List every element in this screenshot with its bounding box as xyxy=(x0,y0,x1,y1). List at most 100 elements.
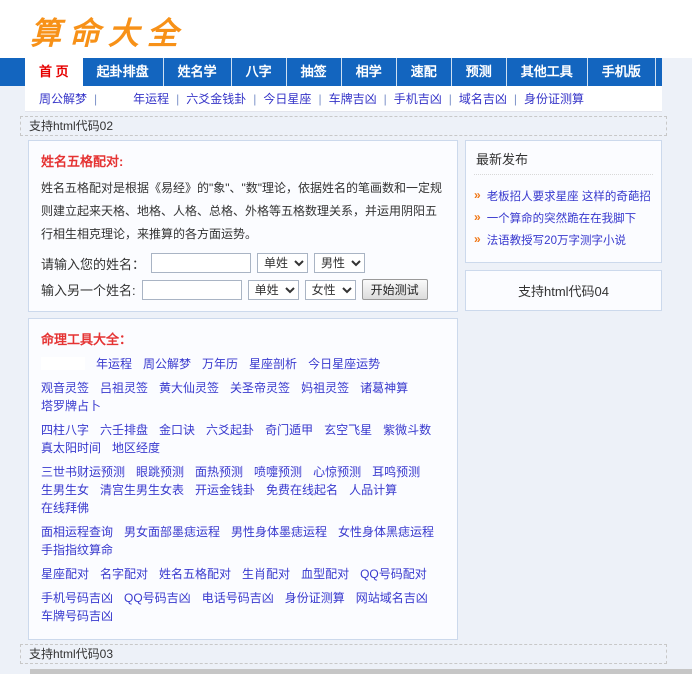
subnav-link[interactable]: 车牌吉凶 xyxy=(329,90,394,107)
post-item: » 法语教授写20万字测字小说 xyxy=(474,232,653,248)
tool-link[interactable]: 生男生女 xyxy=(41,483,89,498)
tool-link[interactable]: 万年历 xyxy=(202,357,238,372)
tool-link[interactable]: 年运程 xyxy=(96,357,132,372)
tool-link[interactable]: 星座剖析 xyxy=(249,357,297,372)
site-logo: 算命大全 xyxy=(30,8,186,53)
subnav-link[interactable]: 域名吉凶 xyxy=(459,90,524,107)
nav-tab[interactable]: 相学 xyxy=(342,58,397,86)
post-link[interactable]: 老板招人要求星座 这样的奇葩招 xyxy=(487,188,651,204)
tool-link[interactable]: 真太阳时间 xyxy=(41,441,101,456)
tool-link[interactable]: 手指指纹算命 xyxy=(41,543,113,558)
gender-select-1[interactable]: 男性 xyxy=(314,253,365,273)
tool-link[interactable]: QQ号码吉凶 xyxy=(124,591,191,606)
tool-link[interactable]: 四柱八字 xyxy=(41,423,89,438)
latest-posts-box: 最新发布 » 老板招人要求星座 这样的奇葩招 » 一个算命的突然跪在在我脚下 »… xyxy=(465,140,662,263)
tool-link[interactable]: 星座配对 xyxy=(41,567,89,582)
surname-type-select-2[interactable]: 单姓 xyxy=(248,280,299,300)
right-sidebar: 最新发布 » 老板招人要求星座 这样的奇葩招 » 一个算命的突然跪在在我脚下 »… xyxy=(465,140,662,311)
subnav-link[interactable]: 六爻金钱卦 xyxy=(186,90,263,107)
tool-link[interactable]: 紫微斗数 xyxy=(383,423,431,438)
nav-tab[interactable]: 起卦排盘 xyxy=(83,58,164,86)
subnav-link[interactable]: 年运程 xyxy=(133,90,186,107)
tool-link[interactable]: 面热预测 xyxy=(195,465,243,480)
tool-link[interactable]: 血型配对 xyxy=(301,567,349,582)
tool-link[interactable]: 清宫生男生女表 xyxy=(100,483,184,498)
tool-link[interactable]: 奇门遁甲 xyxy=(265,423,313,438)
tool-link[interactable]: 面相运程查询 xyxy=(41,525,113,540)
tool-link[interactable]: 手机号码吉凶 xyxy=(41,591,113,606)
name-label-2: 输入另一个姓名: xyxy=(41,280,136,299)
subnav-link[interactable]: 周公解梦 xyxy=(39,90,133,107)
surname-type-select-1[interactable]: 单姓 xyxy=(257,253,308,273)
tool-link[interactable]: 六壬排盘 xyxy=(100,423,148,438)
tool-link[interactable]: 男性身体墨痣运程 xyxy=(231,525,327,540)
tool-link[interactable]: 诸葛神算 xyxy=(360,381,408,396)
tool-link[interactable]: 耳鸣预测 xyxy=(372,465,420,480)
site-header: 算命大全 xyxy=(0,0,692,58)
tool-link[interactable]: 六爻起卦 xyxy=(206,423,254,438)
tool-link[interactable]: 今日星座运势 xyxy=(308,357,380,372)
tool-link[interactable]: 喷嚏预测 xyxy=(254,465,302,480)
nav-tab[interactable]: 抽签 xyxy=(287,58,342,86)
name-match-box: 姓名五格配对: 姓名五格配对是根据《易经》的"象"、"数"理论，依据姓名的笔画数… xyxy=(28,140,458,312)
nav-tab[interactable]: 首 页 xyxy=(25,58,83,86)
tool-link[interactable]: 关圣帝灵签 xyxy=(230,381,290,396)
nav-tab[interactable]: 八字 xyxy=(232,58,287,86)
gender-select-2[interactable]: 女性 xyxy=(305,280,356,300)
main-nav: 首 页起卦排盘姓名学八字抽签相学速配预测其他工具手机版 xyxy=(0,58,662,86)
tool-link[interactable]: 身份证测算 xyxy=(285,591,345,606)
tool-link[interactable]: 免费在线起名 xyxy=(266,483,338,498)
tool-link[interactable]: 三世书财运预测 xyxy=(41,465,125,480)
tools-box: 命理工具大全： 年运程周公解梦万年历星座剖析今日星座运势 观音灵签吕祖灵签黄大仙… xyxy=(28,318,458,640)
tool-link[interactable]: 姓名五格配对 xyxy=(159,567,231,582)
tool-link[interactable]: 男女面部墨痣运程 xyxy=(124,525,220,540)
tool-link[interactable]: 观音灵签 xyxy=(41,381,89,396)
nav-tab[interactable]: 手机版 xyxy=(588,58,656,86)
nav-tab[interactable]: 预测 xyxy=(452,58,507,86)
tool-link[interactable]: 妈祖灵签 xyxy=(301,381,349,396)
tool-link[interactable]: 在线拜佛 xyxy=(41,501,89,516)
ad-slot-03: 支持html代码03 xyxy=(20,644,667,664)
nav-tab[interactable]: 其他工具 xyxy=(507,58,588,86)
tool-link[interactable]: 地区经度 xyxy=(112,441,160,456)
blank-image-placeholder xyxy=(41,357,85,370)
ad-slot-02: 支持html代码02 xyxy=(20,116,667,136)
sub-nav: 周公解梦年运程六爻金钱卦今日星座车牌吉凶手机吉凶域名吉凶身份证测算 xyxy=(25,86,662,112)
nav-tab[interactable]: 速配 xyxy=(397,58,452,86)
page: 算命大全 首 页起卦排盘姓名学八字抽签相学速配预测其他工具手机版 周公解梦年运程… xyxy=(0,0,692,522)
tool-row-6: 星座配对名字配对姓名五格配对生肖配对血型配对 QQ号码配对 xyxy=(41,567,445,582)
tool-link[interactable]: 心惊预测 xyxy=(313,465,361,480)
post-link[interactable]: 一个算命的突然跪在在我脚下 xyxy=(487,210,637,226)
post-list: » 老板招人要求星座 这样的奇葩招 » 一个算命的突然跪在在我脚下 » 法语教授… xyxy=(466,175,661,258)
tool-link[interactable]: 塔罗牌占卜 xyxy=(41,399,101,414)
tool-link[interactable]: 吕祖灵签 xyxy=(100,381,148,396)
tool-link[interactable]: 电话号码吉凶 xyxy=(202,591,274,606)
subnav-link[interactable]: 手机吉凶 xyxy=(394,90,459,107)
tool-link[interactable]: 名字配对 xyxy=(100,567,148,582)
name-input-1[interactable] xyxy=(151,253,251,273)
tool-link[interactable]: 人品计算 xyxy=(349,483,397,498)
subnav-link[interactable]: 今日星座 xyxy=(263,90,328,107)
subnav-link[interactable]: 身份证测算 xyxy=(524,90,584,107)
tool-link[interactable]: 眼跳预测 xyxy=(136,465,184,480)
post-link[interactable]: 法语教授写20万字测字小说 xyxy=(487,232,626,248)
tool-link[interactable]: 周公解梦 xyxy=(143,357,191,372)
tool-link[interactable]: 车牌号码吉凶 xyxy=(41,609,113,624)
left-column: 姓名五格配对: 姓名五格配对是根据《易经》的"象"、"数"理论，依据姓名的笔画数… xyxy=(28,140,458,640)
tool-link[interactable]: QQ号码配对 xyxy=(360,567,427,582)
nav-tab[interactable]: 姓名学 xyxy=(164,58,232,86)
tool-link[interactable]: 玄空飞星 xyxy=(324,423,372,438)
tools-box-title: 命理工具大全： xyxy=(41,329,445,348)
tool-link[interactable]: 生肖配对 xyxy=(242,567,290,582)
start-test-button[interactable]: 开始测试 xyxy=(362,279,428,300)
tool-link[interactable]: 黄大仙灵签 xyxy=(159,381,219,396)
tool-link[interactable]: 金口诀 xyxy=(159,423,195,438)
tool-link[interactable]: 开运金钱卦 xyxy=(195,483,255,498)
post-item: » 一个算命的突然跪在在我脚下 xyxy=(474,210,653,226)
double-arrow-bullet-icon: » xyxy=(474,232,481,246)
name-input-2[interactable] xyxy=(142,280,242,300)
tool-link[interactable]: 网站域名吉凶 xyxy=(356,591,428,606)
tool-link[interactable]: 女性身体黑痣运程 xyxy=(338,525,434,540)
tool-row-2: 观音灵签吕祖灵签黄大仙灵签关圣帝灵签妈祖灵签诸葛神算塔罗牌占卜 xyxy=(41,381,445,414)
match-description: 姓名五格配对是根据《易经》的"象"、"数"理论，依据姓名的笔画数和一定规则建立起… xyxy=(41,177,445,246)
